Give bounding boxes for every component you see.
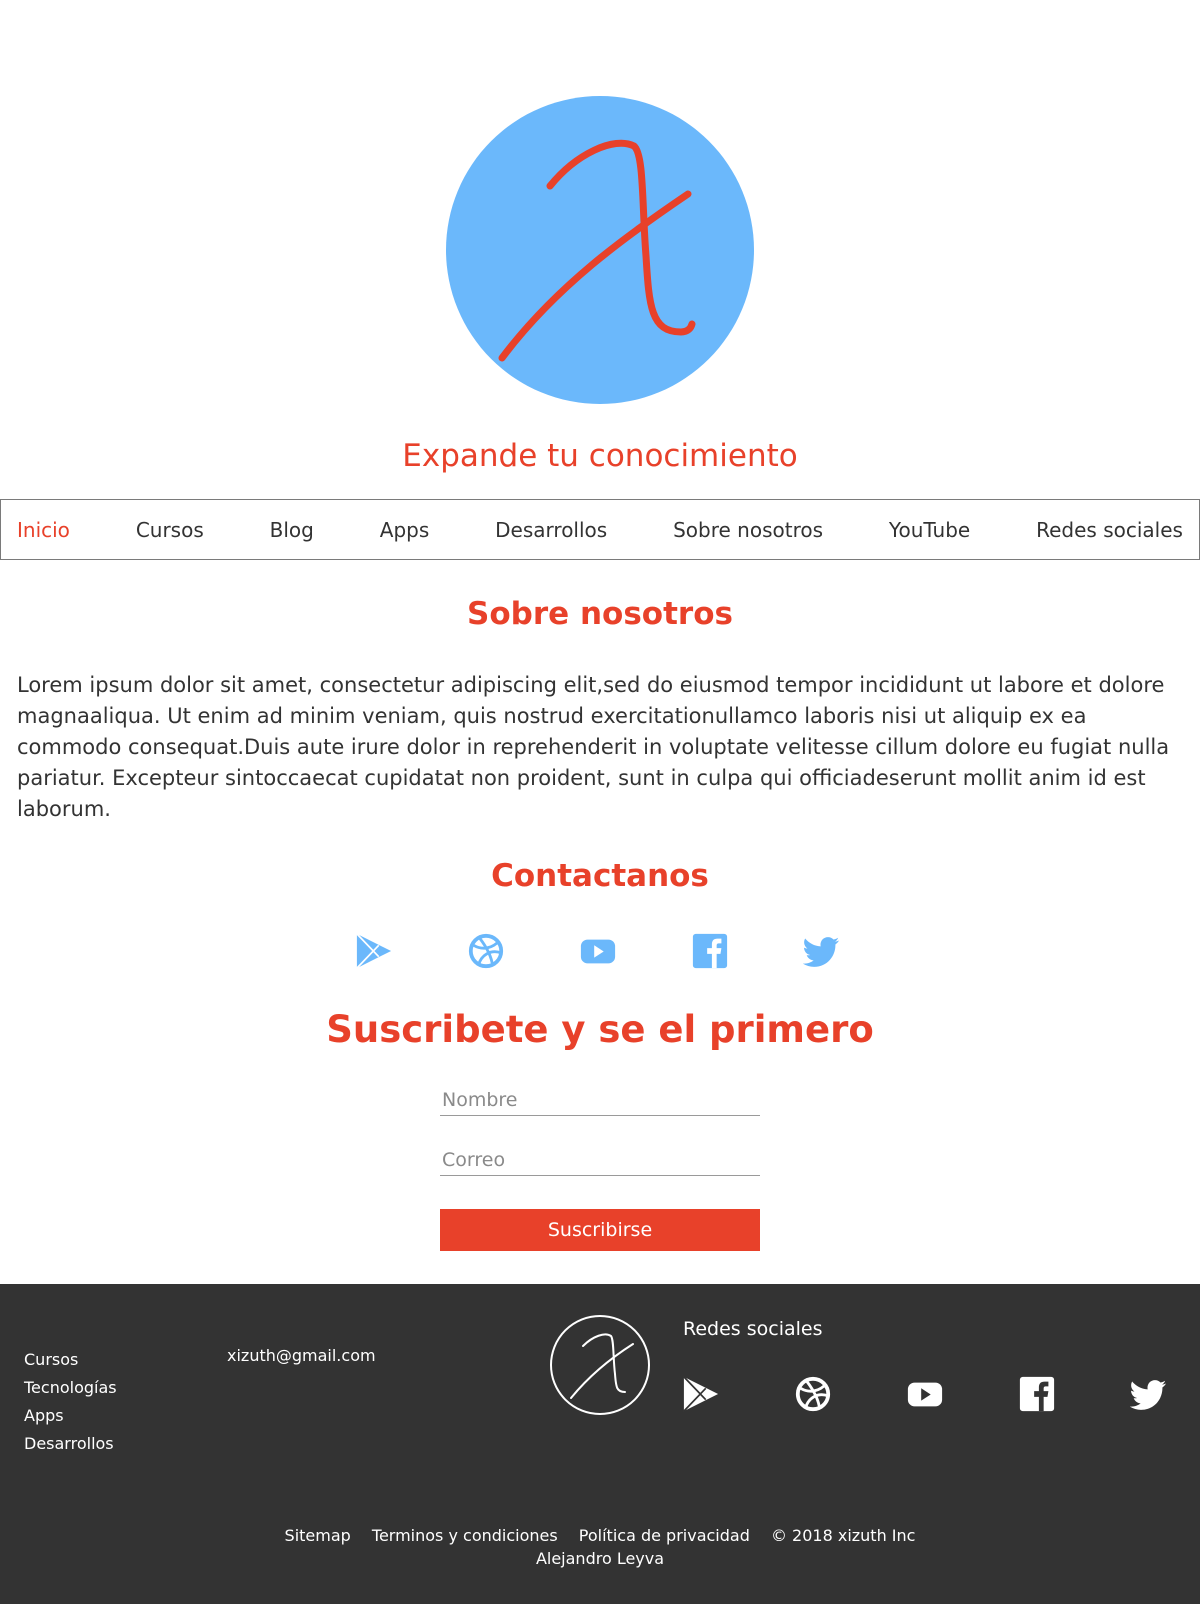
tagline: Expande tu conocimiento [402,438,798,474]
privacy-link[interactable]: Política de privacidad [579,1526,750,1545]
twitter-icon[interactable] [1130,1375,1168,1413]
nav-item-youtube[interactable]: YouTube [889,518,970,542]
nav-item-redes-sociales[interactable]: Redes sociales [1036,518,1183,542]
footer-social-title: Redes sociales [683,1318,823,1340]
nav-item-sobre-nosotros[interactable]: Sobre nosotros [673,518,823,542]
name-field-wrap [440,1086,760,1116]
subscribe-title: Suscribete y se el primero [326,1008,874,1051]
facebook-icon[interactable] [691,932,729,970]
email-input[interactable] [440,1146,760,1174]
footer-email[interactable]: xizuth@gmail.com [227,1346,376,1365]
contact-title: Contactanos [491,858,709,894]
facebook-icon[interactable] [1018,1375,1056,1413]
nav-item-blog[interactable]: Blog [270,518,314,542]
footer-logo [549,1314,651,1416]
about-text: Lorem ipsum dolor sit amet, consectetur … [17,673,1170,821]
footer-links: Cursos Tecnologías Apps Desarrollos [24,1346,117,1458]
author: Alejandro Leyva [535,1549,665,1568]
nav-item-apps[interactable]: Apps [380,518,430,542]
main-navbar: Inicio Cursos Blog Apps Desarrollos Sobr… [0,499,1200,560]
footer-link-cursos[interactable]: Cursos [24,1346,117,1374]
footer-link-tecnologias[interactable]: Tecnologías [24,1374,117,1402]
youtube-icon[interactable] [579,932,617,970]
twitter-icon[interactable] [803,932,841,970]
about-title: Sobre nosotros [467,596,733,632]
dribbble-icon[interactable] [467,932,505,970]
google-play-icon[interactable] [355,932,393,970]
email-field-wrap [440,1146,760,1176]
nav-item-cursos[interactable]: Cursos [136,518,204,542]
logo [446,96,754,404]
footer-link-apps[interactable]: Apps [24,1402,117,1430]
contact-icons [355,932,841,970]
name-input[interactable] [440,1086,760,1114]
legal-links: Sitemap Terminos y condiciones Política … [0,1526,1200,1545]
footer-social-icons [682,1375,1168,1413]
footer: Cursos Tecnologías Apps Desarrollos xizu… [0,1284,1200,1604]
dribbble-icon[interactable] [794,1375,832,1413]
copyright: © 2018 xizuth Inc [770,1526,916,1545]
footer-link-desarrollos[interactable]: Desarrollos [24,1430,117,1458]
subscribe-button[interactable]: Suscribirse [440,1209,760,1251]
terms-link[interactable]: Terminos y condiciones [372,1526,558,1545]
google-play-icon[interactable] [682,1375,720,1413]
nav-item-inicio[interactable]: Inicio [17,518,70,542]
sitemap-link[interactable]: Sitemap [285,1526,351,1545]
nav-item-desarrollos[interactable]: Desarrollos [495,518,607,542]
youtube-icon[interactable] [906,1375,944,1413]
